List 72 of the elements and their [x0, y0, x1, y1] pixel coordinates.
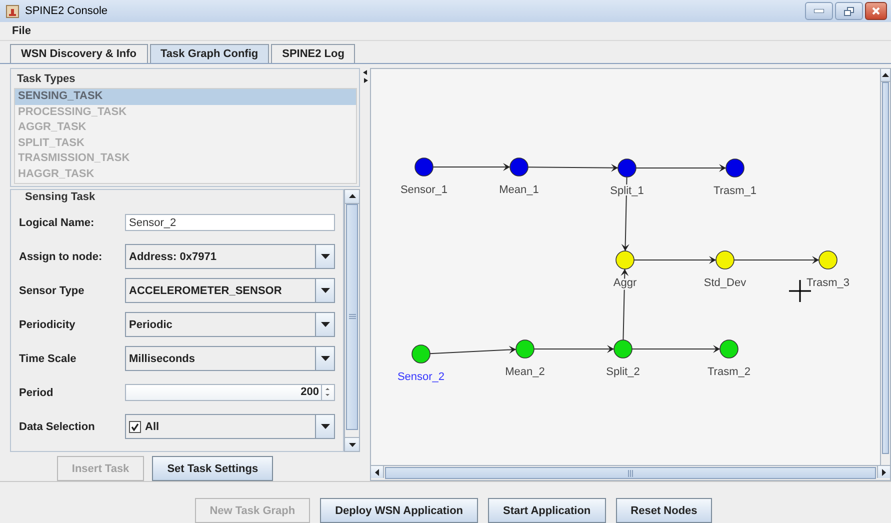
vertical-scrollbar[interactable]: [344, 188, 360, 452]
scroll-up-icon: [882, 73, 889, 77]
restore-button[interactable]: [835, 2, 863, 20]
graph-node[interactable]: [818, 250, 838, 270]
minimize-icon: [814, 9, 824, 13]
graph-node[interactable]: [516, 340, 534, 358]
scroll-up-icon: [348, 194, 356, 198]
field-label: Sensor Type: [19, 284, 86, 297]
scroll-down-icon: [348, 442, 356, 446]
option-label: All: [145, 420, 160, 433]
graph-node[interactable]: [720, 340, 738, 358]
node-label: Trasm_3: [806, 277, 850, 289]
minimize-button[interactable]: [805, 2, 833, 20]
app-icon: [6, 4, 19, 18]
check-icon: [131, 422, 139, 431]
graph-node[interactable]: [414, 158, 434, 176]
task-button[interactable]: Set Task Settings: [152, 456, 274, 481]
graph-node[interactable]: [716, 250, 734, 270]
caret-down-icon: [320, 254, 330, 260]
tab[interactable]: SPINE2 Log: [271, 44, 356, 63]
field-label: Time Scale: [19, 352, 78, 365]
menu-item[interactable]: File: [8, 24, 35, 38]
node-label: Trasm_1: [714, 185, 756, 197]
tab[interactable]: Task Graph Config: [150, 44, 270, 63]
grip-icon: [628, 470, 633, 476]
checkbox[interactable]: [129, 420, 141, 433]
dropdown[interactable]: Milliseconds: [125, 346, 335, 372]
list-item[interactable]: SENSING_TASK: [15, 89, 356, 105]
vertical-scrollbar[interactable]: [880, 69, 890, 465]
dropdown[interactable]: All: [125, 414, 335, 440]
caret-down-icon: [320, 288, 330, 294]
node-label: Mean_1: [499, 184, 539, 196]
scroll-left-icon: [375, 468, 379, 476]
text-field[interactable]: Sensor_2: [125, 214, 335, 232]
grip-icon: [348, 314, 356, 320]
restore-icon: [844, 6, 854, 16]
caret-down-icon: [320, 424, 330, 430]
node-label: Trasm_2: [708, 366, 750, 378]
graph-node[interactable]: [412, 344, 430, 364]
field-label: Logical Name:: [19, 216, 96, 229]
tab[interactable]: WSN Discovery & Info: [10, 44, 148, 63]
field-label: Period: [19, 386, 54, 399]
node-label: Sensor_1: [400, 184, 448, 196]
graph-node[interactable]: [510, 158, 528, 176]
scroll-right-icon: [882, 468, 886, 476]
field-label: Periodicity: [19, 318, 76, 331]
field-label: Data Selection: [19, 420, 96, 433]
dropdown[interactable]: Address: 0x7971: [125, 244, 335, 270]
dropdown[interactable]: Periodic: [125, 312, 335, 338]
graph-node[interactable]: [618, 158, 636, 178]
node-label: Std_Dev: [704, 277, 746, 289]
dropdown[interactable]: ACCELEROMETER_SENSOR: [125, 278, 335, 304]
action-button[interactable]: Reset Nodes: [616, 498, 712, 523]
group-title: Sensing Task: [24, 190, 96, 204]
group-title: Task Types: [16, 72, 76, 86]
action-button[interactable]: Start Application: [488, 498, 606, 523]
graph-node[interactable]: [726, 158, 744, 178]
horizontal-scrollbar[interactable]: [371, 465, 890, 480]
field-label: Assign to node:: [19, 250, 104, 263]
number-spinner[interactable]: 200: [125, 384, 335, 402]
window-title: SPINE2 Console: [25, 5, 109, 17]
splitter-arrows-icon[interactable]: [362, 70, 368, 84]
close-button[interactable]: [865, 2, 887, 20]
graph-node[interactable]: [614, 340, 632, 358]
caret-down-icon: [320, 322, 330, 328]
graph-node[interactable]: [616, 250, 634, 270]
close-icon: [872, 7, 880, 15]
action-button[interactable]: Deploy WSN Application: [320, 498, 478, 523]
node-label: Mean_2: [505, 366, 545, 378]
caret-down-icon: [320, 356, 330, 362]
node-label: Sensor_2: [397, 371, 445, 383]
node-label: Split_2: [606, 366, 640, 378]
